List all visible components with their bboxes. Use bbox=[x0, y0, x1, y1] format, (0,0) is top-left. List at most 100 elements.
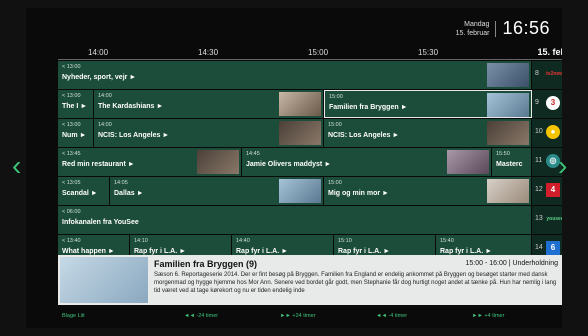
channel-number: 14 bbox=[535, 244, 543, 251]
program-thumbnail bbox=[279, 121, 321, 145]
program-title: NCIS: Los Angeles ► bbox=[98, 132, 170, 139]
program-cell[interactable]: < 13:05 Scandal ► bbox=[58, 177, 110, 205]
program-info-panel: Familien fra Bryggen (9) 15:00 - 16:00 |… bbox=[58, 255, 562, 305]
program-title: Rap fyr i L.A. ► bbox=[440, 248, 493, 255]
program-time: < 13:00 bbox=[62, 64, 81, 70]
program-info-image bbox=[60, 257, 148, 303]
channel-row: < 13:05 Scandal ► 14:05 Dallas ► 15:00 M… bbox=[58, 177, 562, 205]
program-info-meta: 15:00 - 16:00 | Underholdning bbox=[465, 260, 559, 267]
program-cell[interactable]: 15:00 Mig og min mor ► bbox=[324, 177, 532, 205]
program-title: Mig og min mor ► bbox=[328, 190, 389, 197]
program-cell[interactable]: < 13:45 Red min restaurant ► bbox=[58, 148, 242, 176]
channel-number: 13 bbox=[535, 215, 543, 222]
program-time: 14:40 bbox=[236, 238, 250, 244]
program-info-title: Familien fra Bryggen (9) bbox=[154, 259, 258, 269]
program-thumbnail bbox=[197, 150, 239, 174]
program-time: < 13:00 bbox=[62, 122, 81, 128]
channel-logo: tv2news bbox=[546, 71, 562, 77]
program-time: < 13:05 bbox=[62, 180, 81, 186]
program-time: 14:10 bbox=[134, 238, 148, 244]
footer-hints: Blage Liit ◄◄ -24 timer ►► +24 timer ◄◄ … bbox=[58, 311, 562, 321]
channel-row: < 13:00 Num ► 14:00 NCIS: Los Angeles ► … bbox=[58, 119, 562, 147]
clock-time: 16:56 bbox=[502, 18, 550, 38]
channel-badge[interactable]: 8 tv2news bbox=[532, 61, 562, 89]
chevron-left-icon[interactable]: ‹ bbox=[12, 150, 21, 182]
footer-hint: ◄◄ -24 timer bbox=[184, 313, 219, 319]
program-time: < 13:00 bbox=[62, 93, 81, 99]
program-thumbnail bbox=[279, 92, 321, 116]
time-label: 15:00 bbox=[308, 48, 329, 57]
program-cell[interactable]: 15:50 Masterc bbox=[492, 148, 532, 176]
program-title: Red min restaurant ► bbox=[62, 161, 135, 168]
channel-logo: yousee bbox=[546, 216, 562, 222]
channel-badge[interactable]: 10 ● bbox=[532, 119, 562, 147]
program-time: 15:00 bbox=[328, 122, 342, 128]
program-title: Jamie Olivers maddyst ► bbox=[246, 161, 332, 168]
program-title: Masterc bbox=[496, 161, 523, 168]
footer-hint: ◄◄ -4 timer bbox=[376, 313, 408, 319]
channel-row: < 13:00 The I ► 14:00 The Kardashians ► … bbox=[58, 90, 562, 118]
channel-number: 10 bbox=[535, 128, 543, 135]
clock-date: Mandag 15. februar bbox=[456, 20, 490, 38]
program-thumbnail bbox=[487, 93, 529, 117]
program-time: 14:05 bbox=[114, 180, 128, 186]
program-cell[interactable]: 14:05 Dallas ► bbox=[110, 177, 324, 205]
clock-date-text: 15. februar bbox=[455, 29, 490, 37]
channel-logo: 3 bbox=[546, 96, 560, 110]
program-thumbnail bbox=[487, 179, 529, 203]
clock: Mandag 15. februar 16:56 bbox=[456, 18, 550, 39]
program-title: Dallas ► bbox=[114, 190, 144, 197]
channel-logo: 6 bbox=[546, 241, 560, 255]
chevron-right-icon[interactable]: › bbox=[558, 150, 567, 182]
program-time: 14:45 bbox=[246, 151, 260, 157]
program-cell[interactable]: 15:00 NCIS: Los Angeles ► bbox=[324, 119, 532, 147]
program-cell[interactable]: 14:45 Jamie Olivers maddyst ► bbox=[242, 148, 492, 176]
channel-number: 9 bbox=[535, 99, 539, 106]
channel-badge[interactable]: 93 bbox=[532, 90, 562, 118]
program-title: Num ► bbox=[62, 132, 87, 139]
program-time: 15:50 bbox=[496, 151, 510, 157]
epg-grid: < 13:00 Nyheder, sport, vejr ► 8tv2news … bbox=[58, 61, 562, 264]
program-cell[interactable]: < 06:00 Infokanalen fra YouSee bbox=[58, 206, 532, 234]
time-label: 14:00 bbox=[88, 48, 109, 57]
program-thumbnail bbox=[279, 179, 321, 203]
program-thumbnail bbox=[447, 150, 489, 174]
program-title: Nyheder, sport, vejr ► bbox=[62, 74, 137, 81]
time-bar: 14:00 14:30 15:00 15:30 15. feb bbox=[58, 46, 562, 60]
tv-guide-screen: Mandag 15. februar 16:56 14:00 14:30 15:… bbox=[26, 8, 562, 328]
channel-row: < 06:00 Infokanalen fra YouSee 13 yousee bbox=[58, 206, 562, 234]
program-thumbnail bbox=[487, 63, 529, 87]
program-time: 15:00 bbox=[328, 180, 342, 186]
program-info-description: Sæson 6. Reportageserie 2014. Der er fin… bbox=[154, 272, 557, 294]
channel-logo: 4 bbox=[546, 183, 560, 197]
program-time: 15:40 bbox=[440, 238, 454, 244]
program-cell[interactable]: < 13:00 The I ► bbox=[58, 90, 94, 118]
program-title: Infokanalen fra YouSee bbox=[62, 219, 139, 226]
program-title: Rap fyr i L.A. ► bbox=[236, 248, 289, 255]
program-title: Rap fyr i L.A. ► bbox=[338, 248, 391, 255]
channel-logo: ● bbox=[546, 125, 560, 139]
program-cell[interactable]: < 13:00 Nyheder, sport, vejr ► bbox=[58, 61, 532, 89]
channel-badge[interactable]: 13 yousee bbox=[532, 206, 562, 234]
footer-hint: ►► +24 timer bbox=[280, 313, 316, 319]
channel-row: < 13:00 Nyheder, sport, vejr ► 8 tv2news bbox=[58, 61, 562, 89]
program-title: Familien fra Bryggen ► bbox=[329, 104, 408, 111]
channel-row: < 13:45 Red min restaurant ► 14:45 Jamie… bbox=[58, 148, 562, 176]
program-title: The I ► bbox=[62, 103, 88, 110]
program-time: < 06:00 bbox=[62, 209, 81, 215]
program-time: 14:00 bbox=[98, 93, 112, 99]
date-label: 15. feb bbox=[537, 47, 562, 57]
footer-hint: Blage Liit bbox=[62, 313, 85, 319]
channel-number: 11 bbox=[535, 157, 543, 164]
program-title: What happen ► bbox=[62, 248, 115, 255]
program-time: 14:00 bbox=[98, 122, 112, 128]
program-cell[interactable]: 14:00 The Kardashians ► bbox=[94, 90, 324, 118]
channel-number: 8 bbox=[535, 70, 539, 77]
program-thumbnail bbox=[487, 121, 529, 145]
program-time: < 13:40 bbox=[62, 238, 81, 244]
program-cell-focused[interactable]: 15:00 Familien fra Bryggen ► bbox=[324, 90, 532, 118]
program-cell[interactable]: 14:00 NCIS: Los Angeles ► bbox=[94, 119, 324, 147]
program-title: Rap fyr i L.A. ► bbox=[134, 248, 187, 255]
program-time: < 13:45 bbox=[62, 151, 81, 157]
program-cell[interactable]: < 13:00 Num ► bbox=[58, 119, 94, 147]
